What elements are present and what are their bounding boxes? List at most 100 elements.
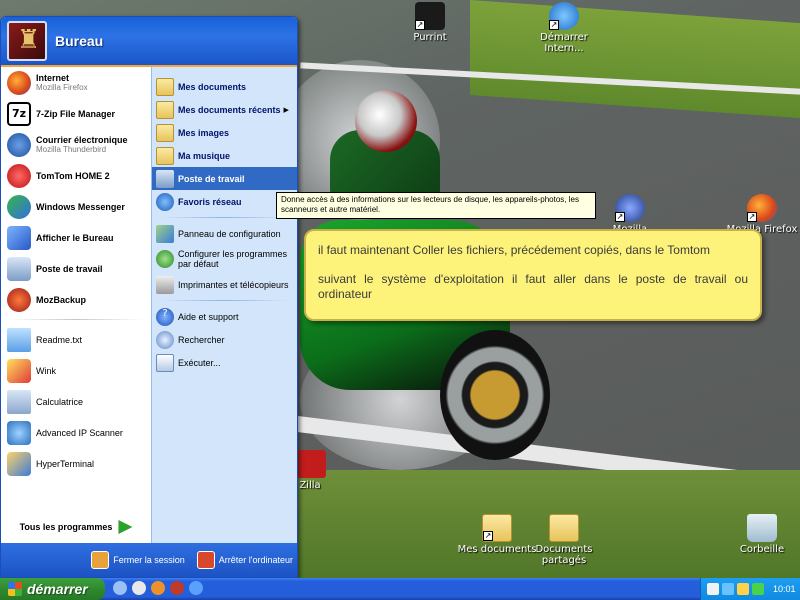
default-programs-icon [156,250,174,268]
firefox-icon [7,70,31,95]
desktop-icon-ie[interactable]: ↗ Démarrer Intern... [524,2,604,54]
antivirus-icon[interactable] [752,583,764,595]
system-tray: 10:01 [700,578,800,600]
network-icon [156,192,174,211]
place-documents-recents[interactable]: Mes documents récents ▶ [152,98,297,121]
music-folder-icon [156,146,174,165]
place-programmes-defaut[interactable]: Configurer les programmes par défaut [152,245,297,273]
place-aide-support[interactable]: ? Aide et support [152,305,297,328]
all-programs-button[interactable]: Tous les programmes [1,509,151,545]
separator [160,300,289,301]
start-menu-footer: Fermer la session Arrêter l'ordinateur [1,543,297,577]
shutdown-button[interactable]: Arrêter l'ordinateur [196,551,293,569]
run-icon [156,353,174,372]
logoff-button[interactable]: Fermer la session [91,551,185,569]
start-button[interactable]: démarrer [0,578,105,600]
documents-folder-icon [156,77,174,96]
place-mes-images[interactable]: Mes images [152,121,297,144]
quick-launch [113,581,208,595]
shared-folder-icon [549,514,579,542]
volume-icon[interactable] [707,583,719,595]
messenger-icon [7,194,31,219]
recent-readme[interactable]: Readme.txt [1,324,151,355]
place-imprimantes[interactable]: Imprimantes et télécopieurs [152,273,297,296]
firefox-icon: ↗ [747,194,777,222]
recent-wink[interactable]: Wink [1,355,151,386]
mozilla-icon: ↗ [615,194,645,222]
place-executer[interactable]: Exécuter... [152,351,297,374]
help-icon: ? [156,307,174,326]
show-desktop-icon[interactable] [113,581,127,595]
search-icon [156,330,174,349]
program-email[interactable]: Courrier électronique Mozilla Thunderbird [1,129,151,160]
firefox-icon[interactable] [151,581,165,595]
recent-hyperterminal[interactable]: HyperTerminal [1,448,151,479]
pictures-folder-icon [156,123,174,142]
mozbackup-icon[interactable] [170,581,184,595]
program-internet[interactable]: Internet Mozilla Firefox [1,67,151,98]
clock[interactable]: 10:01 [773,584,796,594]
wallpaper-helmet [355,90,417,152]
calculator-icon [7,389,31,414]
program-mozbackup[interactable]: MozBackup [1,284,151,315]
arrow-right-icon [118,520,133,534]
wallpaper-wheel [440,330,550,460]
start-menu-places: Mes documents Mes documents récents ▶ Me… [151,67,297,545]
thunderbird-icon [7,132,31,157]
ip-scanner-icon [7,420,31,445]
recent-calculatrice[interactable]: Calculatrice [1,386,151,417]
control-panel-icon [156,224,174,243]
printer-icon [156,275,174,294]
start-menu-programs: Internet Mozilla Firefox 7z 7-Zip File Ma… [1,67,151,545]
start-menu-header: Bureau [1,17,297,67]
program-poste-de-travail[interactable]: Poste de travail [1,253,151,284]
security-icon[interactable] [737,583,749,595]
key-icon [91,551,110,569]
folder-icon: ↗ [482,514,512,542]
wink-icon [7,358,31,383]
media-player-icon[interactable] [132,581,146,595]
filezilla-icon [296,450,326,478]
place-ma-musique[interactable]: Ma musique [152,144,297,167]
user-avatar[interactable] [7,21,47,61]
text-file-icon [7,327,31,352]
internet-explorer-icon: ↗ [549,2,579,30]
user-name: Bureau [55,33,104,49]
mozbackup-icon [7,287,31,312]
desktop-icon-corbeille[interactable]: Corbeille [722,514,800,555]
show-desktop-icon [7,225,31,250]
poste-de-travail-tooltip: Donne accès à des informations sur les l… [276,192,596,219]
start-menu: Bureau InternetMozilla Firefox 7z 7-Zip … [0,16,298,578]
program-7zip[interactable]: 7z 7-Zip File Manager [1,98,151,129]
taskbar: démarrer 10:01 [0,578,800,600]
separator [9,319,143,320]
program-messenger[interactable]: Windows Messenger [1,191,151,222]
internet-explorer-icon[interactable] [189,581,203,595]
desktop-icon-documents-partages[interactable]: Documents partagés [524,514,604,566]
windows-logo-icon [8,582,22,596]
callout-line-1: il faut maintenant Coller les fichiers, … [318,243,710,257]
submenu-arrow-icon: ▶ [283,105,289,114]
network-icon[interactable] [722,583,734,595]
program-tomtom[interactable]: TomTom HOME 2 [1,160,151,191]
tomtom-icon [7,163,31,188]
place-panneau-configuration[interactable]: Panneau de configuration [152,222,297,245]
callout-line-2: suivant le système d'exploitation il fau… [318,272,748,301]
recycle-bin-icon [747,514,777,542]
place-mes-documents[interactable]: Mes documents [152,75,297,98]
wallpaper-grass [470,0,800,119]
recent-documents-icon [156,100,174,119]
purrint-icon: ↗ [415,2,445,30]
program-show-desktop[interactable]: Afficher le Bureau [1,222,151,253]
7zip-icon: 7z [7,101,31,126]
desktop-icon-purrint[interactable]: ↗ Purrint [390,2,470,43]
computer-icon [156,169,174,188]
place-rechercher[interactable]: Rechercher [152,328,297,351]
instruction-callout: il faut maintenant Coller les fichiers, … [304,229,762,321]
place-poste-de-travail[interactable]: Poste de travail [152,167,297,190]
computer-icon [7,256,31,281]
power-icon [196,551,215,569]
recent-advanced-ip-scanner[interactable]: Advanced IP Scanner [1,417,151,448]
separator [160,217,289,218]
hyperterminal-icon [7,451,31,476]
